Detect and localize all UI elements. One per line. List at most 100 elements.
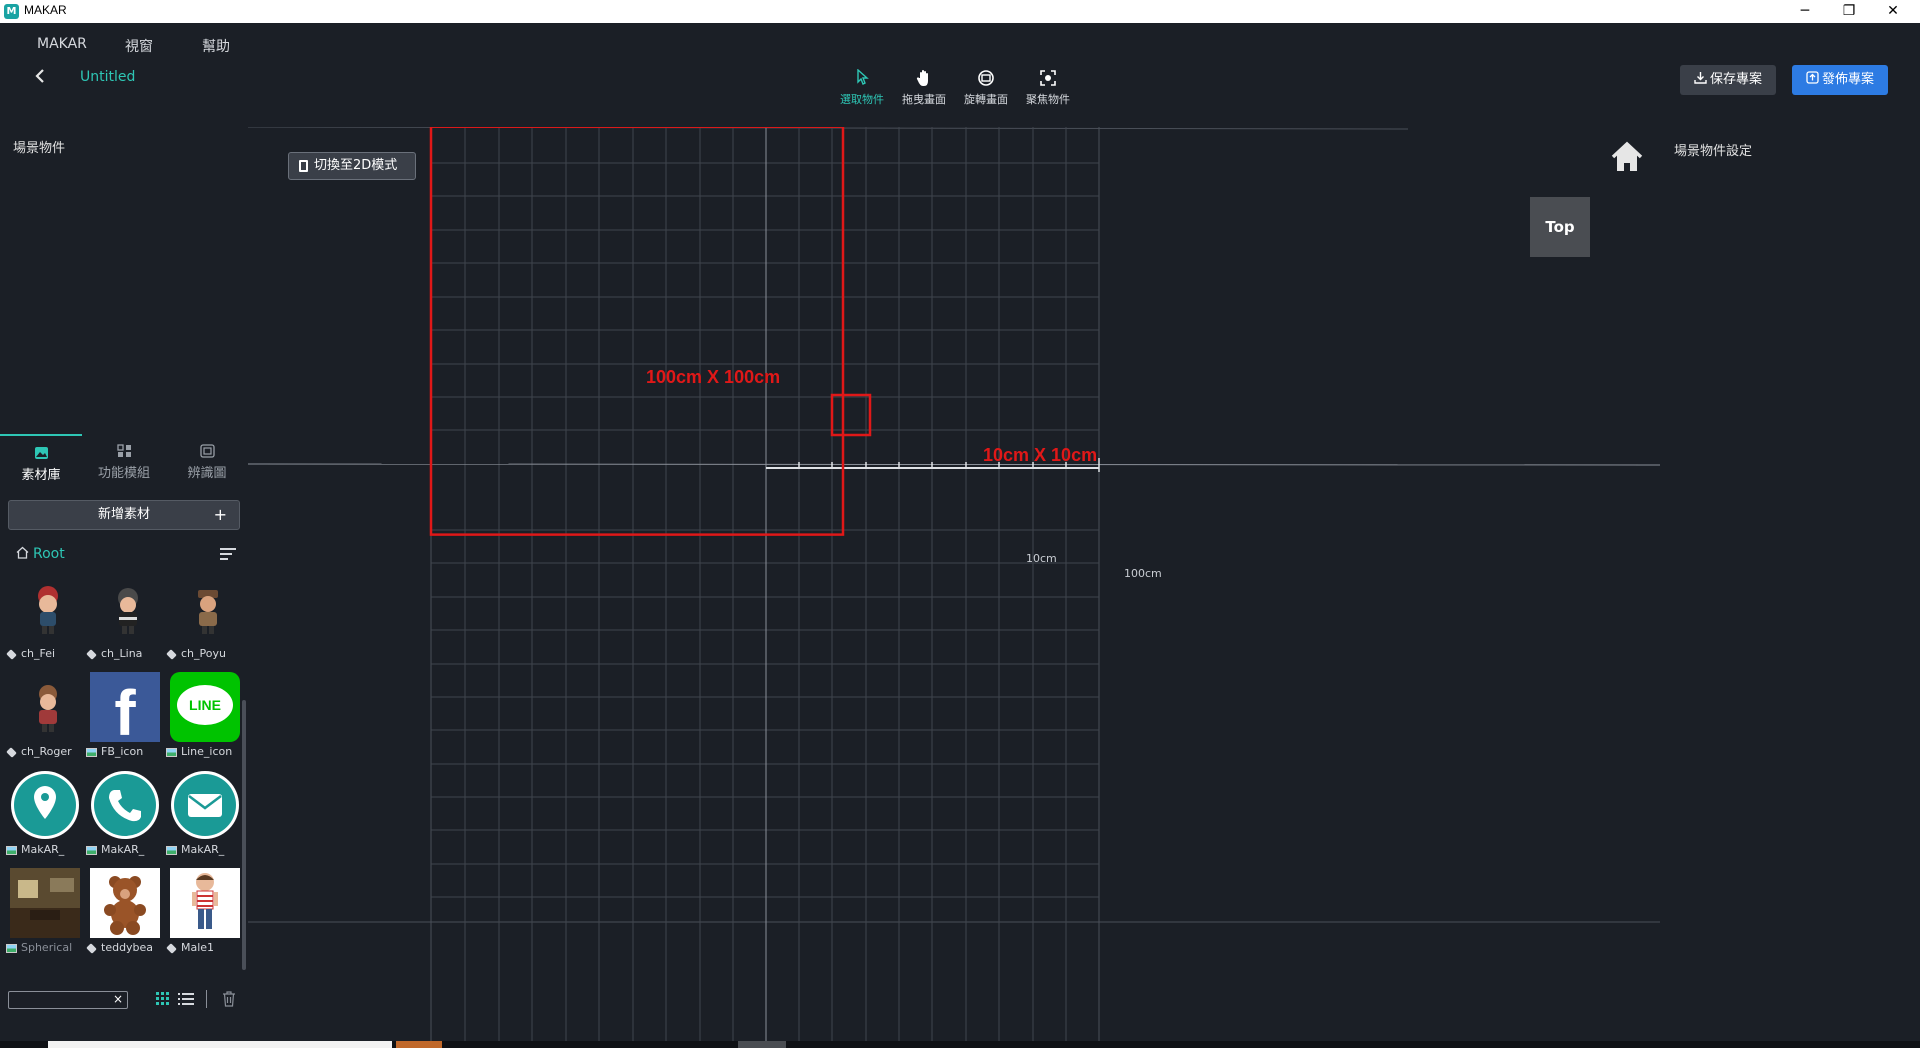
window-title: MAKAR [24, 3, 67, 17]
toolbar-divider [206, 990, 207, 1008]
add-asset-label: 新增素材 [97, 507, 150, 522]
tab-assets-label: 素材庫 [21, 468, 61, 483]
tab-modules-label: 功能模組 [97, 466, 150, 481]
tab-assets[interactable]: 素材庫 [0, 434, 82, 492]
character-thumbnail [39, 685, 57, 732]
asset-item[interactable]: MakAR_ [166, 770, 242, 868]
publish-project-label: 發佈專案 [1821, 72, 1874, 87]
tool-rotate-label: 旋轉畫面 [964, 93, 1008, 106]
scene-objects-panel: 場景物件 [0, 127, 248, 434]
tab-targets-label: 辨識圖 [187, 466, 227, 481]
cursor-icon [832, 68, 892, 91]
annotation-small-label: 10cm X 10cm [983, 445, 1098, 465]
character-thumbnail [38, 586, 58, 634]
teddy-bear-thumbnail [90, 868, 160, 938]
tool-select[interactable]: 選取物件 [832, 68, 892, 107]
minimize-button[interactable]: ─ [1782, 0, 1828, 23]
asset-name: MakAR_ [101, 843, 145, 856]
tool-focus-label: 聚焦物件 [1026, 93, 1070, 106]
asset-item[interactable]: ch_Lina [86, 574, 162, 672]
scene-objects-title: 場景物件 [13, 141, 66, 156]
asset-name: Spherical [21, 941, 73, 954]
back-button[interactable] [34, 67, 46, 87]
line-icon: LINE [170, 672, 240, 742]
publish-project-button[interactable]: 發佈專案 [1792, 65, 1888, 95]
model-type-icon [6, 746, 17, 758]
character-thumbnail [198, 590, 218, 634]
image-type-icon [86, 747, 97, 757]
model-type-icon [6, 648, 17, 660]
asset-item[interactable]: f FB_icon [86, 672, 162, 770]
chevron-left-icon [35, 69, 44, 83]
close-button[interactable]: ✕ [1870, 0, 1916, 23]
sort-icon[interactable] [220, 548, 236, 563]
grid-view-icon[interactable] [156, 992, 170, 1006]
tab-modules[interactable]: 功能模組 [83, 434, 165, 492]
character-thumbnail [118, 588, 138, 634]
object-settings-title: 場景物件設定 [1674, 144, 1753, 159]
menu-help[interactable]: 幫助 [202, 36, 230, 56]
scene-viewport[interactable]: 切換至2D模式 Top 100cm X 100cm 10cm X 10cm 10… [248, 127, 1660, 1041]
tool-rotate[interactable]: 旋轉畫面 [956, 69, 1016, 107]
asset-item[interactable]: ch_Roger [6, 672, 82, 770]
asset-grid: ch_Fei ch_Lina ch_Poyu ch_Roger f FB_ico… [6, 574, 242, 994]
save-project-button[interactable]: 保存專案 [1680, 65, 1776, 95]
asset-item[interactable]: ch_Fei [6, 574, 82, 672]
download-icon [1694, 72, 1707, 84]
asset-item[interactable]: MakAR_ [86, 770, 162, 868]
asset-item[interactable]: LINE Line_icon [166, 672, 242, 770]
taskbar-item[interactable] [738, 1041, 786, 1048]
tab-targets[interactable]: 辨識圖 [166, 434, 248, 492]
asset-name: ch_Poyu [181, 647, 226, 660]
scene-grid [248, 127, 1660, 1041]
view-cube-top[interactable]: Top [1530, 197, 1590, 257]
project-title: Untitled [80, 69, 136, 85]
asset-item[interactable]: ch_Poyu [166, 574, 242, 672]
trash-icon[interactable] [222, 991, 236, 1007]
window-title-bar: M MAKAR ─ ❐ ✕ [0, 0, 1920, 23]
asset-name: ch_Roger [21, 745, 72, 758]
breadcrumb[interactable]: Root [16, 546, 65, 562]
asset-name: teddybea [101, 941, 154, 954]
image-type-icon [166, 845, 177, 855]
tool-pan-label: 拖曳畫面 [902, 93, 946, 106]
plus-icon: + [213, 505, 227, 524]
tablet-icon [299, 159, 308, 172]
asset-name: Male1 [181, 941, 215, 954]
add-asset-button[interactable]: 新增素材 + [8, 500, 240, 530]
asset-item[interactable]: teddybea [86, 868, 162, 966]
list-view-icon[interactable] [178, 992, 194, 1006]
switch-2d-mode-label: 切換至2D模式 [314, 158, 398, 173]
asset-search-input[interactable]: × [8, 991, 128, 1009]
maximize-button[interactable]: ❐ [1826, 0, 1872, 23]
object-settings-panel: 場景物件設定 [1660, 127, 1920, 1041]
asset-name: MakAR_ [21, 843, 65, 856]
menu-makar[interactable]: MAKAR [37, 36, 87, 52]
model-type-icon [166, 942, 177, 954]
model-type-icon [86, 942, 97, 954]
rotate-icon [956, 69, 1016, 91]
clear-search-icon[interactable]: × [113, 992, 123, 1006]
image-type-icon [166, 747, 177, 757]
spherical-image-thumbnail [10, 868, 80, 938]
asset-name: Line_icon [181, 745, 233, 758]
asset-item[interactable]: Spherical [6, 868, 82, 966]
tool-pan[interactable]: 拖曳畫面 [894, 69, 954, 107]
annotation-box-large [429, 127, 845, 536]
taskbar-item[interactable] [48, 1041, 392, 1048]
image-type-icon [6, 845, 17, 855]
home-view-icon[interactable] [1610, 140, 1644, 174]
breadcrumb-root: Root [33, 546, 65, 562]
menu-window[interactable]: 視窗 [125, 36, 153, 56]
scale-label-small: 10cm [1026, 552, 1057, 565]
annotation-large-label: 100cm X 100cm [646, 367, 781, 387]
switch-2d-mode-button[interactable]: 切換至2D模式 [288, 152, 416, 180]
facebook-icon: f [90, 672, 160, 742]
asset-item[interactable]: Male1 [166, 868, 242, 966]
asset-item[interactable]: MakAR_ [6, 770, 82, 868]
asset-tabs: 素材庫 功能模組 辨識圖 [0, 434, 248, 492]
asset-list-scrollbar[interactable] [242, 700, 246, 970]
taskbar-item[interactable] [396, 1041, 442, 1048]
tool-focus[interactable]: 聚焦物件 [1018, 69, 1078, 107]
location-pin-icon [11, 771, 79, 839]
